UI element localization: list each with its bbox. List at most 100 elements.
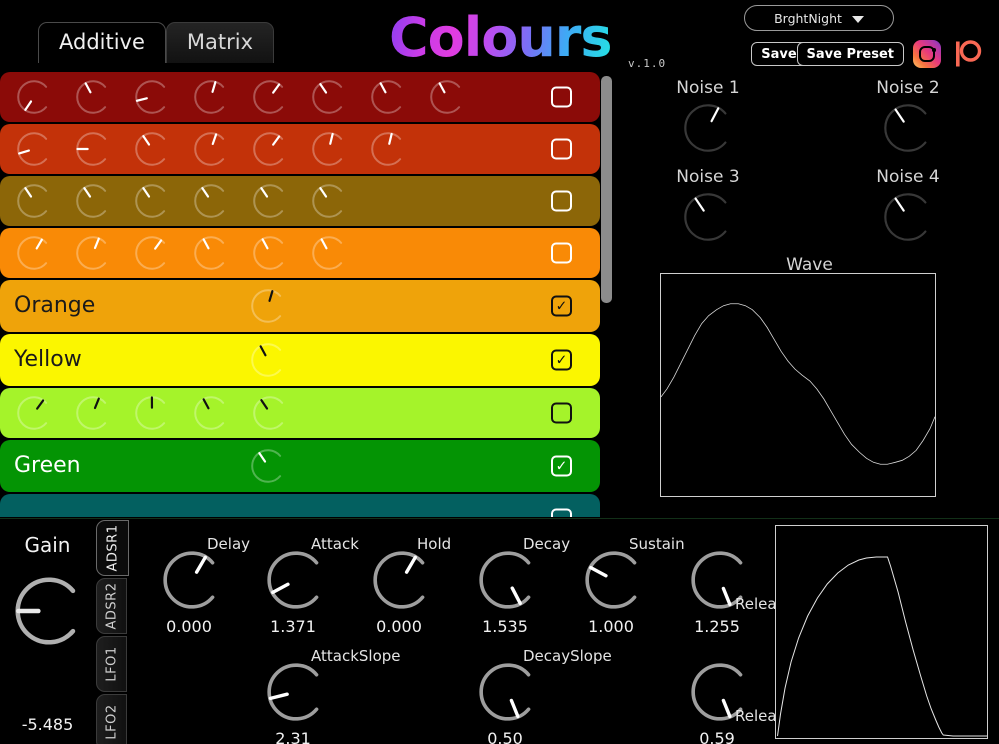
color-knob[interactable] [63,80,122,114]
row-teal[interactable] [0,494,600,517]
color-knob[interactable] [181,236,240,270]
color-row-enable-checkbox[interactable] [551,508,572,517]
decay-value: 1.535 [482,617,528,636]
row-green[interactable]: Green ✓ [0,440,600,492]
color-knob[interactable] [240,132,299,166]
color-knob[interactable] [4,236,63,270]
gain-knob[interactable] [15,577,83,645]
color-knob[interactable] [4,396,63,430]
color-knob[interactable] [181,184,240,218]
noise-label-1: Noise 1 [676,78,740,98]
attackslope-knob[interactable] [267,663,325,721]
color-row-enable-checkbox[interactable] [551,190,572,212]
row-orange-bright[interactable] [0,228,600,278]
color-row-enable-checkbox[interactable]: ✓ [551,295,572,317]
color-knob[interactable] [63,132,122,166]
color-knob[interactable] [238,449,297,483]
color-knob[interactable] [299,132,358,166]
color-knob[interactable] [358,132,417,166]
mod-tab-adsr1[interactable]: ADSR1 [96,520,129,576]
color-knob[interactable] [122,184,181,218]
plugin-window: Additive Matrix Colours v.1.0 BrghtNight… [0,0,999,744]
color-knob[interactable] [63,184,122,218]
noise-knob-1[interactable] [684,104,732,152]
color-knob[interactable] [299,236,358,270]
row-yellow[interactable]: Yellow ✓ [0,334,600,386]
color-knob[interactable] [240,396,299,430]
noise-knob-3[interactable] [684,193,732,241]
noise-knob-4[interactable] [884,193,932,241]
color-knob[interactable] [4,132,63,166]
color-knob[interactable] [299,184,358,218]
noise-knob-2[interactable] [884,104,932,152]
color-row-enable-checkbox[interactable]: ✓ [551,349,572,371]
color-row-enable-checkbox[interactable] [551,86,572,108]
color-row-enable-checkbox[interactable] [551,138,572,160]
save-preset-button[interactable]: Save Preset [796,42,904,66]
color-row-knobs [4,228,358,278]
color-knob[interactable] [238,289,297,323]
check-icon: ✓ [555,298,568,314]
envelope-display[interactable] [775,525,988,739]
envelope-curve [776,526,987,738]
color-knob[interactable] [181,396,240,430]
color-knob[interactable] [299,80,358,114]
mod-tab-label: ADSR2 [104,582,119,630]
delay-label: Delay [207,535,251,553]
color-knob[interactable] [358,80,417,114]
mod-tab-adsr2[interactable]: ADSR2 [96,578,127,634]
color-knob[interactable] [240,184,299,218]
color-knob[interactable] [240,236,299,270]
color-row-label: Green [14,453,81,478]
preset-name-label: BrghtNight [774,10,842,26]
wave-display[interactable] [660,273,936,497]
row-amber[interactable]: Orange ✓ [0,280,600,332]
color-row-enable-checkbox[interactable]: ✓ [551,455,572,477]
row-olive[interactable] [0,176,600,226]
color-knob[interactable] [4,80,63,114]
color-knob[interactable] [63,396,122,430]
color-knob[interactable] [238,343,297,377]
decayslope-knob[interactable] [479,663,537,721]
adsr-parameter-grid: Delay 0.000 Attack 1.371 Hold 0.000 Decay 1.… [131,519,835,744]
scrollbar-thumb[interactable] [601,76,612,304]
patreon-icon[interactable] [952,39,982,69]
color-knob[interactable] [240,80,299,114]
color-knob[interactable] [122,396,181,430]
color-knob[interactable] [122,80,181,114]
row-dark-red[interactable] [0,72,600,122]
color-knob[interactable] [122,132,181,166]
wave-title: Wave [786,255,833,275]
preset-dropdown[interactable]: BrghtNight [744,5,894,31]
delay-knob[interactable] [163,551,221,609]
attack-knob[interactable] [267,551,325,609]
noise-label-3: Noise 3 [676,167,740,187]
color-knob[interactable] [181,132,240,166]
check-icon: ✓ [555,458,568,474]
sustain-knob[interactable] [585,551,643,609]
color-knob[interactable] [181,80,240,114]
mod-tab-lfo2[interactable]: LFO2 [96,694,127,744]
additive-color-list[interactable]: Orange ✓ Yellow ✓ Green ✓ [0,72,616,517]
color-row-enable-checkbox[interactable] [551,402,572,424]
decay-label: Decay [523,535,571,553]
release-value: 1.255 [694,617,740,636]
color-knob[interactable] [417,80,476,114]
row-yellow-green[interactable] [0,388,600,438]
instagram-icon[interactable] [913,40,941,68]
mod-tab-strip: ADSR1 ADSR2 LFO1 LFO2 [95,519,131,744]
color-row-knobs [4,124,417,174]
color-row-enable-checkbox[interactable] [551,242,572,264]
hold-value: 0.000 [376,617,422,636]
color-list-scrollbar[interactable] [601,76,612,513]
tab-additive[interactable]: Additive [38,22,166,63]
color-row-knobs [4,176,358,226]
decay-knob[interactable] [479,551,537,609]
color-knob[interactable] [63,236,122,270]
color-knob[interactable] [4,184,63,218]
row-orange-red[interactable] [0,124,600,174]
hold-knob[interactable] [373,551,431,609]
color-knob[interactable] [122,236,181,270]
tab-matrix[interactable]: Matrix [165,22,275,63]
mod-tab-lfo1[interactable]: LFO1 [96,636,127,692]
